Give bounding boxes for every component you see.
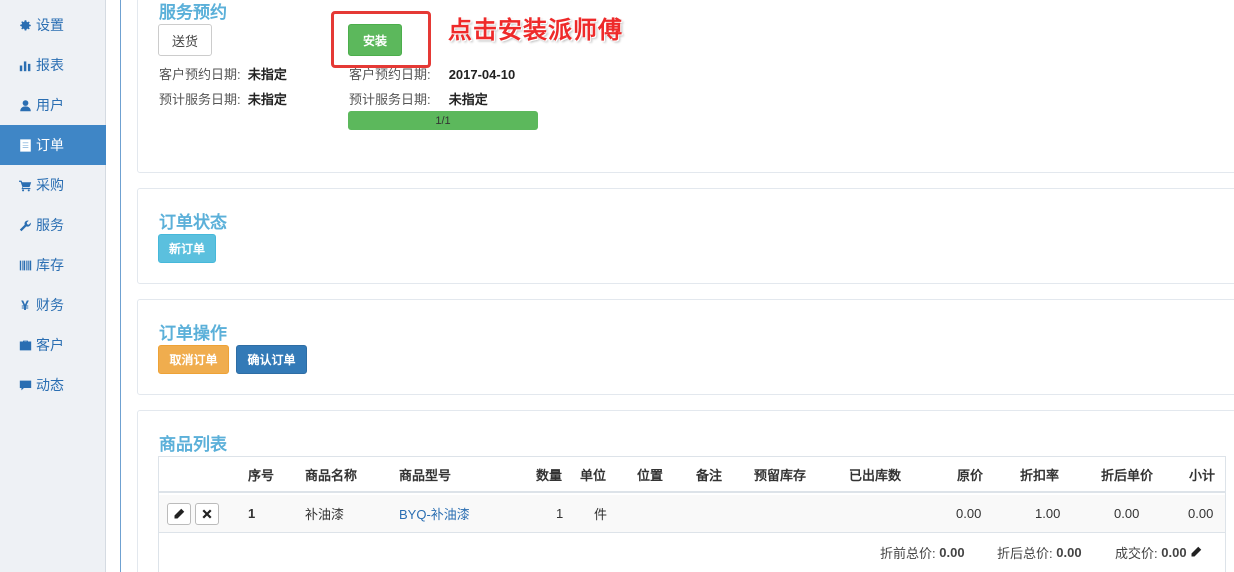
planned-date-value: 未指定 <box>247 92 287 107</box>
user-icon <box>18 98 32 112</box>
post-total: 折后总价: 0.00 <box>997 534 1082 570</box>
row-index: 1 <box>248 506 256 521</box>
product-model-link[interactable]: BYQ-补油漆 <box>399 495 470 532</box>
sidebar-item-label: 财务 <box>36 297 64 313</box>
deal-total-value: 0.00 <box>1161 544 1187 560</box>
sidebar-item-label: 设置 <box>36 17 64 33</box>
close-icon <box>202 509 212 519</box>
sidebar-item-customers[interactable]: 客户 <box>0 325 106 365</box>
planned-date-value: 未指定 <box>448 92 488 107</box>
confirm-order-button[interactable]: 确认订单 <box>236 345 307 374</box>
post-total-value: 0.00 <box>1056 544 1082 560</box>
product-price: 0.00 <box>956 506 982 521</box>
yen-icon: ¥ <box>21 297 29 313</box>
planned-date-label: 预计服务日期: <box>349 92 431 107</box>
column-header: 小计 <box>1189 467 1216 483</box>
column-header: 已出库数 <box>849 467 902 483</box>
table-row: 1 补油漆 BYQ-补油漆 1 件 0.00 1.00 0.00 0.00 <box>159 495 1225 533</box>
column-header: 序号 <box>248 467 275 483</box>
sidebar-item-activity[interactable]: 动态 <box>0 365 106 405</box>
sidebar-item-service[interactable]: 服务 <box>0 205 106 245</box>
panel-title: 商品列表 <box>159 435 227 454</box>
deal-total-label: 成交价: <box>1115 545 1158 561</box>
bar-chart-icon <box>18 58 32 72</box>
sidebar-item-label: 采购 <box>36 177 64 193</box>
product-qty: 1 <box>556 506 564 521</box>
sidebar-item-finance[interactable]: ¥ 财务 <box>0 285 106 325</box>
sidebar-item-reports[interactable]: 报表 <box>0 45 106 85</box>
customer-date-label: 客户预约日期: <box>159 67 241 82</box>
sidebar-item-orders[interactable]: 订单 <box>0 125 106 165</box>
pencil-icon <box>174 508 185 519</box>
wrench-icon <box>18 218 32 232</box>
gear-icon <box>18 18 32 32</box>
status-badge: 新订单 <box>158 234 216 263</box>
product-unit: 件 <box>594 507 608 522</box>
column-header: 折扣率 <box>1020 467 1060 483</box>
cancel-order-button[interactable]: 取消订单 <box>158 345 229 374</box>
delete-button[interactable] <box>195 503 219 525</box>
product-table: 序号 商品名称 商品型号 数量 单位 位置 备注 预留库存 已出库数 原价 折扣… <box>158 456 1226 572</box>
column-header: 原价 <box>957 467 984 483</box>
panel-title: 服务预约 <box>159 3 227 22</box>
sidebar-item-purchase[interactable]: 采购 <box>0 165 106 205</box>
sidebar-divider <box>107 0 121 572</box>
sidebar-item-label: 动态 <box>36 377 64 393</box>
sidebar: 设置 报表 用户 订单 采购 服务 库存 ¥ 财务 客户 动态 <box>0 0 106 572</box>
sidebar-item-label: 服务 <box>36 217 64 233</box>
planned-date-row: 预计服务日期: 未指定 <box>159 89 287 108</box>
highlight-box <box>331 11 431 68</box>
delivery-button[interactable]: 送货 <box>158 24 212 56</box>
sidebar-item-label: 订单 <box>36 137 64 153</box>
customer-date-value: 未指定 <box>247 67 287 82</box>
pre-total: 折前总价: 0.00 <box>880 534 965 570</box>
cart-icon <box>18 178 32 192</box>
sidebar-item-label: 用户 <box>36 97 64 113</box>
install-progress-bar: 1/1 <box>348 111 538 130</box>
sidebar-item-label: 客户 <box>36 337 64 353</box>
column-header: 商品名称 <box>305 467 358 483</box>
deal-total: 成交价: 0.00 <box>1115 534 1202 570</box>
list-icon <box>18 138 32 152</box>
totals-row: 折前总价: 0.00 折后总价: 0.00 成交价: 0.00 <box>159 534 1225 570</box>
sidebar-item-inventory[interactable]: 库存 <box>0 245 106 285</box>
product-name: 补油漆 <box>305 507 345 522</box>
post-total-label: 折后总价: <box>997 545 1053 561</box>
operations-panel: 订单操作 取消订单 确认订单 <box>137 299 1234 395</box>
planned-date-label: 预计服务日期: <box>159 92 241 107</box>
column-header: 数量 <box>536 467 563 483</box>
column-header: 折后单价 <box>1101 467 1154 483</box>
panel-title: 订单操作 <box>159 324 227 343</box>
pre-total-label: 折前总价: <box>880 545 936 561</box>
install-planned-date-row: 预计服务日期: 未指定 <box>349 89 488 108</box>
column-header: 商品型号 <box>399 467 452 483</box>
pencil-icon[interactable] <box>1190 546 1202 558</box>
customer-date-label: 客户预约日期: <box>349 67 431 82</box>
pre-total-value: 0.00 <box>939 544 965 560</box>
service-panel: 服务预约 送货 客户预约日期: 未指定 预计服务日期: 未指定 安装 客户预约日… <box>137 0 1234 173</box>
product-subtotal: 0.00 <box>1188 506 1214 521</box>
panel-title: 订单状态 <box>159 213 227 232</box>
sidebar-item-label: 库存 <box>36 257 64 273</box>
sidebar-item-users[interactable]: 用户 <box>0 85 106 125</box>
product-net-price: 0.00 <box>1114 506 1140 521</box>
edit-button[interactable] <box>167 503 191 525</box>
customer-date-value: 2017-04-10 <box>448 67 516 82</box>
comment-icon <box>18 378 32 392</box>
annotation-text: 点击安装派师傅 <box>448 17 623 44</box>
sidebar-item-label: 报表 <box>36 57 64 73</box>
briefcase-icon <box>18 338 32 352</box>
column-header: 单位 <box>580 467 607 483</box>
column-header: 位置 <box>637 467 664 483</box>
column-header: 预留库存 <box>754 467 807 483</box>
table-header: 序号 商品名称 商品型号 数量 单位 位置 备注 预留库存 已出库数 原价 折扣… <box>159 457 1225 493</box>
status-panel: 订单状态 新订单 <box>137 188 1234 284</box>
product-discount: 1.00 <box>1035 506 1061 521</box>
barcode-icon <box>18 258 32 272</box>
column-header: 备注 <box>696 467 723 483</box>
customer-date-row: 客户预约日期: 未指定 <box>159 64 287 83</box>
sidebar-item-settings[interactable]: 设置 <box>0 5 106 45</box>
